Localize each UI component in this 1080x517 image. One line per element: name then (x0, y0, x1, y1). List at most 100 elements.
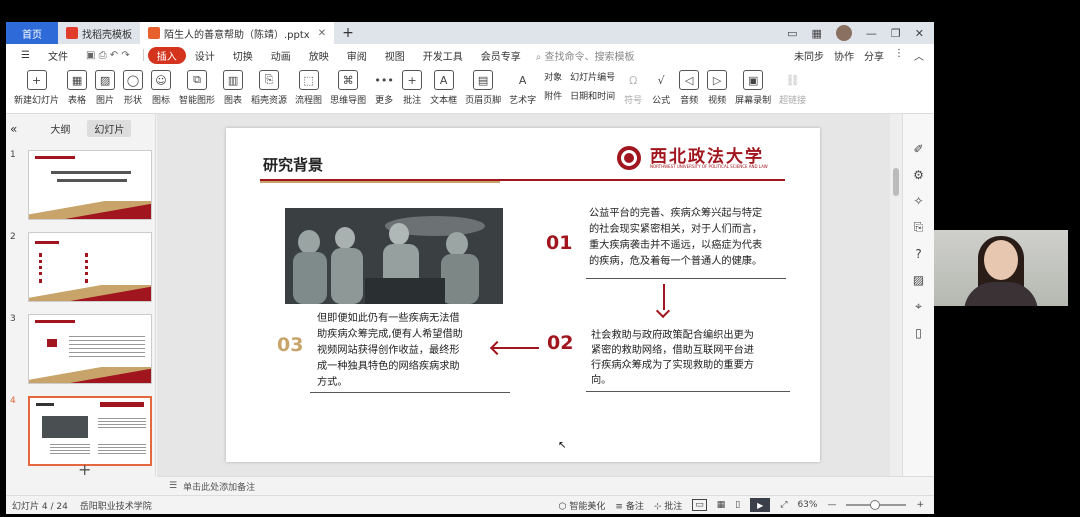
zoom-slider[interactable] (846, 500, 907, 510)
menu-file[interactable]: 文件 (39, 48, 77, 63)
hamburger-menu-icon[interactable]: ☰ (12, 50, 39, 61)
thumbnail-2[interactable]: 2 (10, 232, 152, 302)
new-slide-button[interactable]: + 新建幻灯片 (10, 66, 63, 106)
comment-button[interactable]: + 批注 (398, 66, 426, 106)
tab-template[interactable]: 找稻壳模板 (58, 22, 140, 44)
formula-button[interactable]: √ 公式 (647, 66, 675, 107)
collapse-panel-icon[interactable]: « (10, 122, 17, 136)
picture-button[interactable]: ▨ 图片 (91, 66, 119, 106)
quick-tools[interactable]: ▣ ⎙ ↶ ↷ (77, 50, 139, 61)
divider-line (586, 278, 786, 279)
vertical-scrollbar[interactable] (890, 114, 902, 476)
slide-thumbnail[interactable] (28, 232, 152, 302)
notes-bar[interactable]: ☰ 单击此处添加备注 (157, 476, 934, 495)
hyperlink-button[interactable]: ⛓ 超链接 (775, 66, 810, 107)
zoom-level[interactable]: 63% (797, 500, 817, 510)
close-window-icon[interactable]: ✕ (915, 27, 924, 40)
wordart-button[interactable]: A 艺术字 (505, 66, 540, 107)
settings-sliders-icon[interactable]: ⚙ (913, 168, 924, 182)
image-edit-icon[interactable]: ▨ (913, 273, 924, 287)
normal-view-icon[interactable]: ▭ (692, 499, 707, 511)
menu-transition[interactable]: 切换 (224, 48, 262, 63)
flowchart-button[interactable]: ⬚ 流程图 (291, 66, 326, 106)
point-text-01[interactable]: 公益平台的完善、疾病众筹兴起与特定 的社会现实紧密相关，对于人们而言， 重大疾病… (589, 206, 762, 270)
menu-member[interactable]: 会员专享 (472, 48, 530, 63)
slide[interactable]: 研究背景 西北政法大学 NORTHWEST UNIVERSITY OF POLI… (226, 128, 820, 462)
tab-slides[interactable]: 幻灯片 (87, 120, 132, 137)
avatar[interactable] (835, 25, 852, 41)
command-search[interactable]: ⌕ 查找命令、搜索模板 (530, 48, 641, 63)
screen-record-button[interactable]: ▣ 屏幕录制 (731, 66, 775, 106)
docer-resource-button[interactable]: ⎘ 稻壳资源 (247, 66, 291, 106)
sorter-view-icon[interactable]: ▦ (717, 500, 726, 510)
slide-thumbnail[interactable] (28, 314, 152, 384)
zoom-out-icon[interactable]: — (827, 500, 836, 510)
table-label: 表格 (68, 96, 87, 106)
notes-button[interactable]: ≡ 备注 (615, 499, 643, 512)
header-footer-button[interactable]: ▤ 页眉页脚 (461, 66, 505, 106)
tab-home[interactable]: 首页 (6, 22, 58, 44)
restore-icon[interactable]: ❐ (891, 27, 901, 40)
textbox-button[interactable]: A 文本框 (426, 66, 461, 106)
play-slideshow-button[interactable]: ▶ (750, 498, 771, 512)
new-tab-button[interactable]: + (334, 22, 362, 44)
icon-button[interactable]: ☺ 图标 (147, 66, 175, 106)
notes-button-label: 备注 (625, 501, 644, 512)
surgery-photo[interactable] (285, 208, 503, 304)
menu-developer[interactable]: 开发工具 (414, 48, 472, 63)
help-icon[interactable]: ? (915, 247, 921, 261)
comments-button[interactable]: ⊹ 批注 (654, 499, 682, 512)
chart-button[interactable]: ▥ 图表 (219, 66, 247, 106)
table-button[interactable]: ▦ 表格 (63, 66, 91, 106)
thumbnail-3[interactable]: 3 (10, 314, 152, 384)
slide-number-button[interactable]: 幻灯片编号 (570, 70, 615, 83)
tab-outline[interactable]: 大纲 (43, 120, 77, 137)
zoom-slider-knob[interactable] (870, 500, 881, 510)
slide-title[interactable]: 研究背景 (263, 154, 323, 175)
reading-view-icon[interactable]: ▯ (735, 500, 740, 510)
mindmap-button[interactable]: ⌘ 思维导图 (326, 66, 370, 106)
scrollbar-thumb[interactable] (893, 168, 899, 196)
video-button[interactable]: ▷ 视频 (703, 66, 731, 106)
close-tab-icon[interactable]: ✕ (318, 28, 326, 39)
slide-thumbnail[interactable] (28, 150, 152, 220)
more-button[interactable]: ••• 更多 (370, 66, 398, 107)
slide-thumbnail-selected[interactable] (28, 396, 152, 466)
menu-design[interactable]: 设计 (186, 48, 224, 63)
more-icon[interactable]: ⋮ (894, 48, 904, 63)
symbol-button[interactable]: Ω 符号 (619, 66, 647, 107)
thumbnail-4[interactable]: 4 (10, 396, 152, 466)
date-time-button[interactable]: 日期和时间 (570, 89, 615, 102)
object-button[interactable]: 对象 (544, 70, 562, 83)
menu-review[interactable]: 审阅 (338, 48, 376, 63)
fit-window-icon[interactable]: ⤢ (780, 500, 787, 510)
share-button[interactable]: 分享 (864, 48, 884, 63)
smartart-button[interactable]: ⧉ 智能图形 (175, 66, 219, 106)
shape-button[interactable]: ◯ 形状 (119, 66, 147, 106)
sync-status[interactable]: 未同步 (794, 48, 824, 63)
pin-icon[interactable]: ✐ (913, 142, 923, 156)
menu-insert[interactable]: 插入 (147, 46, 186, 64)
minimize-icon[interactable]: — (866, 27, 877, 40)
collapse-ribbon-icon[interactable]: ︿ (914, 48, 924, 63)
add-slide-icon[interactable]: + (78, 460, 91, 479)
smart-beautify-button[interactable]: ⬡ 智能美化 (559, 499, 606, 512)
attachment-button[interactable]: 附件 (544, 89, 562, 102)
collaborate-button[interactable]: 协作 (834, 48, 854, 63)
copy-icon[interactable]: ⎘ (914, 220, 924, 235)
magic-icon[interactable]: ✧ (913, 194, 923, 208)
zoom-in-icon[interactable]: + (916, 500, 924, 510)
layout-icon[interactable]: ▭ (787, 27, 797, 40)
menu-slideshow[interactable]: 放映 (300, 48, 338, 63)
location-icon[interactable]: ⌖ (915, 299, 922, 314)
audio-button[interactable]: ◁ 音频 (675, 66, 703, 106)
menu-view[interactable]: 视图 (376, 48, 414, 63)
thumbnail-1[interactable]: 1 (10, 150, 152, 220)
menu-animation[interactable]: 动画 (262, 48, 300, 63)
grid-icon[interactable]: ▦ (812, 27, 822, 40)
point-text-03[interactable]: 但即便如此仍有一些疾病无法借 助疾病众筹完成,便有人希望借助 视频网站获得创作收… (317, 311, 463, 391)
book-icon[interactable]: ▯ (915, 326, 922, 340)
point-text-02[interactable]: 社会救助与政府政策配合编织出更为 紧密的救助网络，借助互联网平台进 行疾病众筹成… (591, 328, 754, 388)
tab-document[interactable]: 陌生人的善意帮助（陈靖）.pptx ✕ (140, 22, 335, 44)
mindmap-label: 思维导图 (330, 96, 367, 106)
